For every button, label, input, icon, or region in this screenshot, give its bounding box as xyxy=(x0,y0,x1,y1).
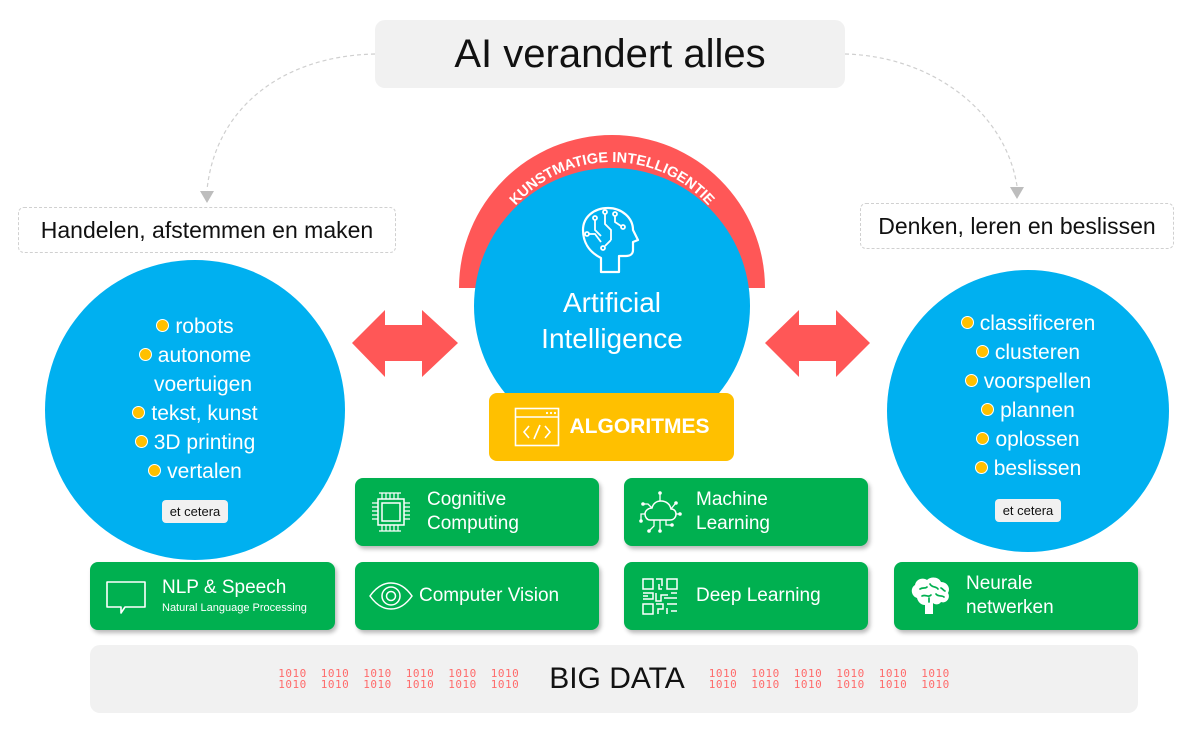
algorithms-box: ALGORITMES xyxy=(489,393,734,461)
nlp-speech-box: NLP & Speech Natural Language Processing xyxy=(90,562,335,630)
binary-digits-icon: 1010 1010 xyxy=(490,667,520,691)
code-window-icon xyxy=(514,407,559,447)
circuit-maze-icon xyxy=(642,578,678,615)
neural-networks-label: Neurale netwerken xyxy=(966,573,1054,618)
arc-label-layer: KUNSTMATIGE INTELLIGENTIE xyxy=(507,150,718,209)
binary-digits-icon: 1010 1010 xyxy=(405,667,435,691)
arc-label: KUNSTMATIGE INTELLIGENTIE xyxy=(507,150,718,209)
computer-vision-label: Computer Vision xyxy=(419,585,560,606)
binary-digits-icon: 1010 1010 xyxy=(878,667,908,691)
binary-digits-icon: 1010 1010 xyxy=(363,667,392,691)
machine-learning-box: Machine Learning xyxy=(624,478,868,546)
brain-icon xyxy=(911,577,950,614)
binary-digits-icon: 1010 1010 xyxy=(751,667,780,691)
eye-icon xyxy=(369,582,413,610)
binary-digits-icon: 1010 1010 xyxy=(448,667,477,691)
big-data-bar: 1010 1010 1010 1010 1010 1010 1010 1010 1010 1010… xyxy=(90,645,1138,713)
binary-digits-icon: 1010 1010 xyxy=(278,667,307,691)
deep-learning-label: Deep Learning xyxy=(696,585,821,606)
binary-digits-icon: 1010 1010 xyxy=(708,667,738,691)
cognitive-computing-label: Cognitive Computing xyxy=(427,489,519,534)
cpu-chip-icon xyxy=(372,492,410,532)
binary-digits-icon: 1010 1010 xyxy=(793,667,823,691)
cognitive-computing-box: Cognitive Computing xyxy=(355,478,599,546)
binary-digits-icon: 1010 1010 xyxy=(836,667,865,691)
nlp-speech-label: NLP & Speech Natural Language Processing xyxy=(162,577,307,614)
speech-bubble-icon xyxy=(106,581,146,614)
binary-pattern-left: 1010 1010 1010 1010 1010 1010 1010 1010 1010 1010… xyxy=(278,668,519,690)
neural-networks-box: Neurale netwerken xyxy=(894,562,1138,630)
cloud-network-icon xyxy=(639,491,682,533)
big-data-label: BIG DATA xyxy=(549,662,685,695)
deep-learning-box: Deep Learning xyxy=(624,562,868,630)
binary-digits-icon: 1010 1010 xyxy=(320,667,350,691)
machine-learning-label: Machine Learning xyxy=(696,489,770,534)
binary-digits-icon: 1010 1010 xyxy=(921,667,950,691)
algorithms-label: ALGORITMES xyxy=(569,415,710,438)
computer-vision-box: Computer Vision xyxy=(355,562,599,630)
binary-pattern-right: 1010 1010 1010 1010 1010 1010 1010 1010 1010 1010… xyxy=(709,668,950,690)
nlp-subtitle: Natural Language Processing xyxy=(162,602,307,614)
